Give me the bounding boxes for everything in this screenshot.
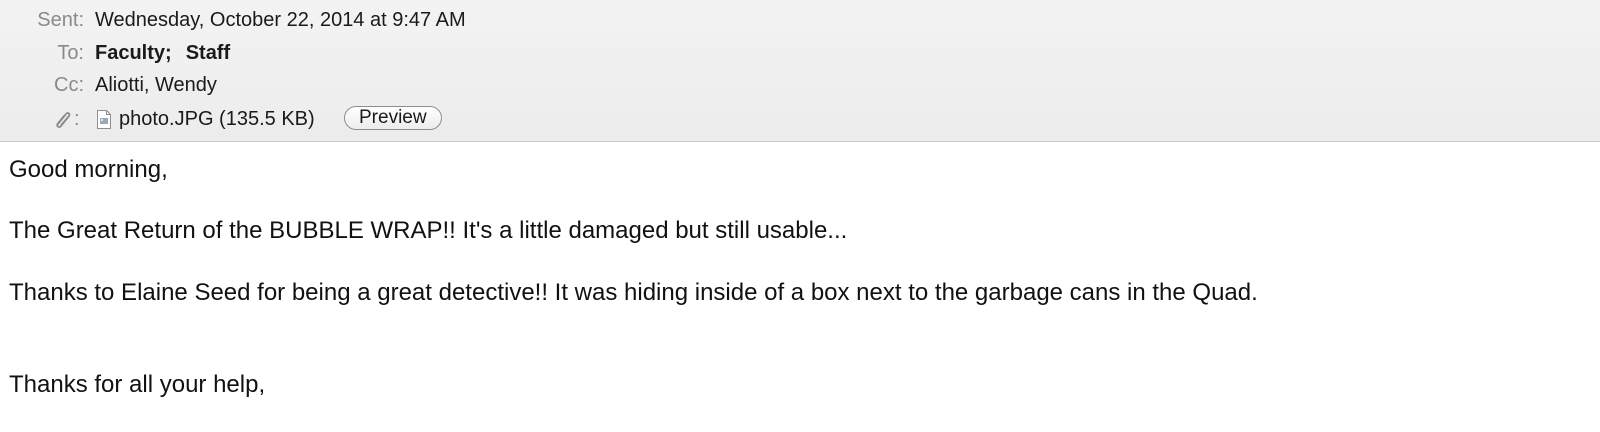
image-file-icon[interactable]	[97, 110, 111, 129]
recipient-faculty[interactable]: Faculty;	[95, 42, 172, 64]
paperclip-icon	[52, 108, 74, 130]
body-line-1: The Great Return of the BUBBLE WRAP!! It…	[9, 217, 848, 244]
closing-text: Thanks for all your help,	[9, 371, 266, 398]
attachment-filename[interactable]: photo.JPG (135.5 KB)	[119, 108, 315, 131]
sent-date: Wednesday, October 22, 2014 at 9:47 AM	[95, 8, 466, 31]
sent-label: Sent:	[37, 8, 84, 31]
cc-label: Cc:	[54, 73, 84, 96]
attachment-row: : photo.JPG (135.5 KB) Preview	[0, 106, 600, 132]
mail-header: Sent: Wednesday, October 22, 2014 at 9:4…	[0, 0, 1600, 142]
greeting-text: Good morning,	[9, 156, 168, 183]
attachment-colon: :	[74, 107, 80, 130]
cc-recipient[interactable]: Aliotti, Wendy	[95, 74, 217, 97]
preview-button[interactable]: Preview	[344, 106, 442, 130]
to-recipients: Faculty; Staff	[95, 42, 230, 65]
body-line-2: Thanks to Elaine Seed for being a great …	[9, 279, 1258, 306]
to-label: To:	[57, 41, 84, 64]
recipient-staff[interactable]: Staff	[186, 42, 230, 64]
